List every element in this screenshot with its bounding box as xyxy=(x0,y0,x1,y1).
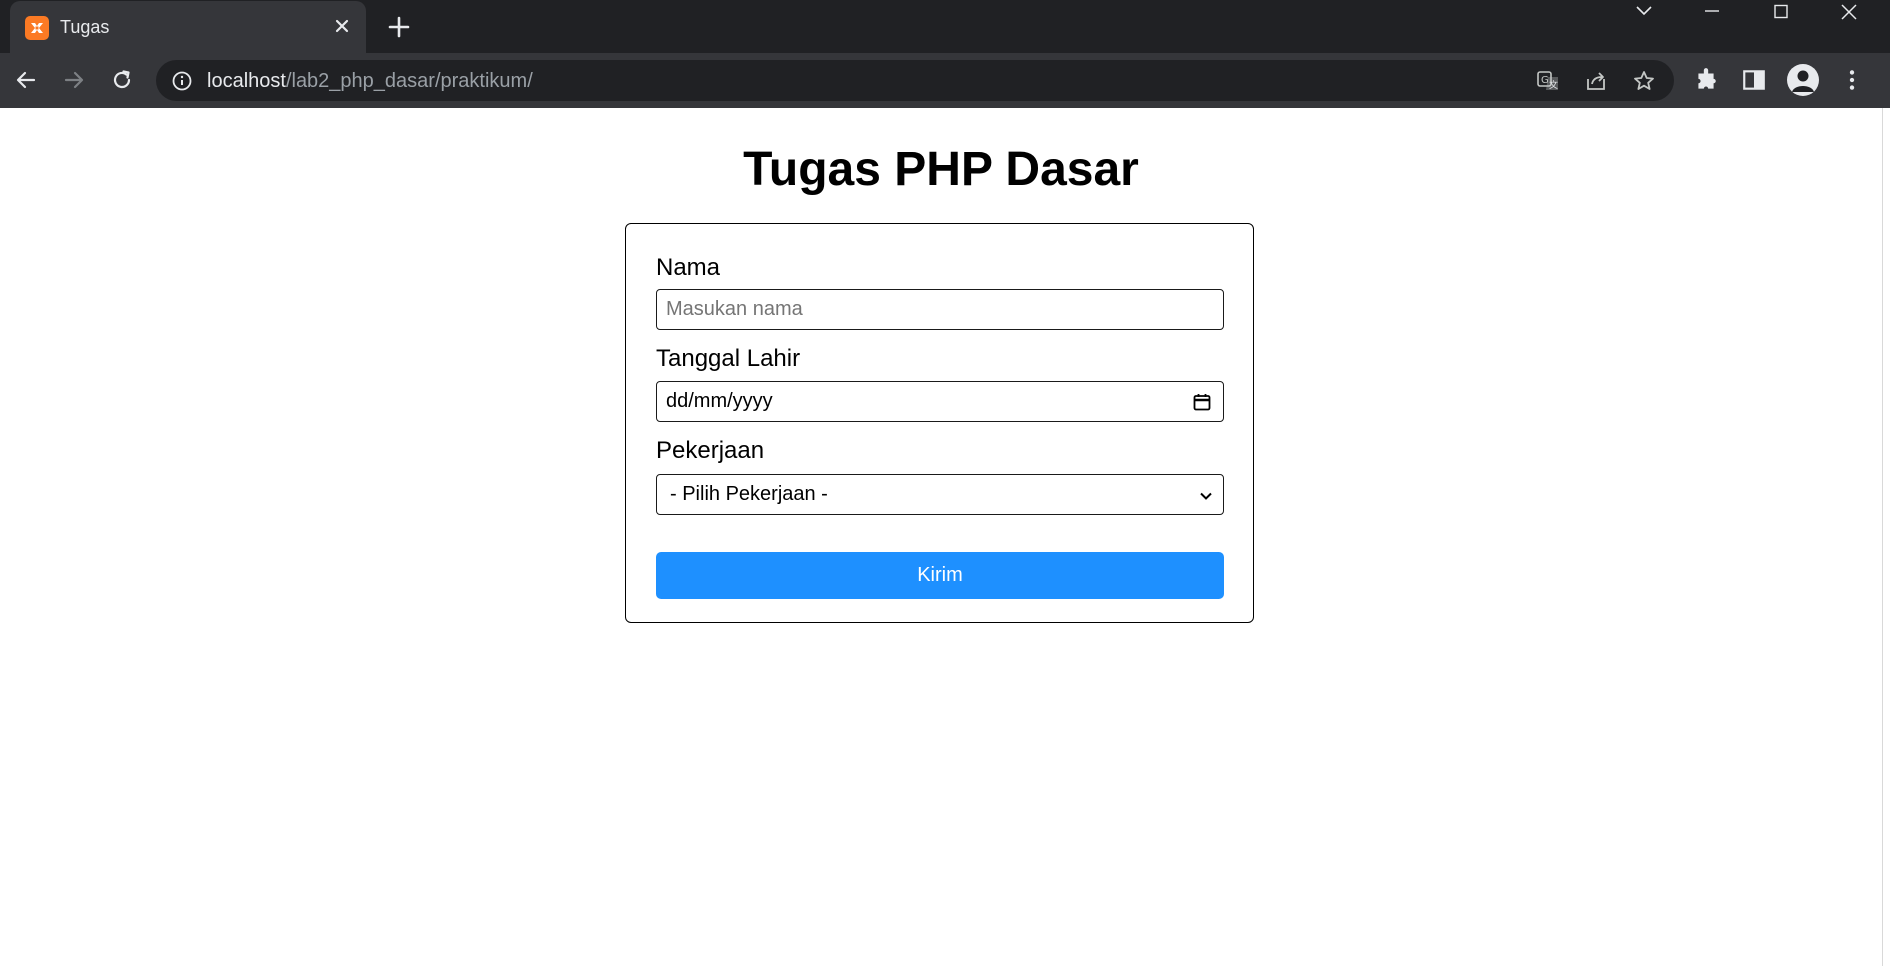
pekerjaan-select[interactable]: - Pilih Pekerjaan - xyxy=(656,474,1224,515)
pekerjaan-selected: - Pilih Pekerjaan - xyxy=(670,483,828,505)
tab-active[interactable]: Tugas xyxy=(10,1,366,53)
maximize-icon[interactable] xyxy=(1750,0,1810,24)
more-icon[interactable] xyxy=(1839,67,1865,93)
kirim-button[interactable]: Kirim xyxy=(656,552,1224,599)
url-text: localhost/lab2_php_dasar/praktikum/ xyxy=(207,70,533,93)
reload-icon[interactable] xyxy=(107,65,137,95)
nama-input[interactable]: Masukan nama xyxy=(656,289,1224,330)
tanggal-lahir-value: dd/mm/yyyy xyxy=(666,390,773,412)
chevron-down-icon xyxy=(1197,487,1215,505)
side-panel-icon[interactable] xyxy=(1741,67,1767,93)
tanggal-lahir-input[interactable]: dd/mm/yyyy xyxy=(656,381,1224,422)
share-icon[interactable] xyxy=(1584,69,1608,93)
plus-icon[interactable] xyxy=(385,13,413,41)
nama-label: Nama xyxy=(656,254,721,281)
pekerjaan-label: Pekerjaan xyxy=(656,437,765,464)
translate-icon[interactable]: G文 xyxy=(1536,69,1560,93)
biodata-form: Nama Masukan nama Tanggal Lahir dd/mm/yy… xyxy=(625,223,1254,623)
xampp-favicon-icon xyxy=(25,16,49,40)
url-path: /lab2_php_dasar/praktikum/ xyxy=(285,70,533,92)
tab-title: Tugas xyxy=(60,17,110,37)
calendar-icon[interactable] xyxy=(1192,392,1212,412)
page-right-edge xyxy=(1882,108,1890,966)
back-icon[interactable] xyxy=(11,65,41,95)
profile-icon[interactable] xyxy=(1787,64,1819,96)
nama-placeholder: Masukan nama xyxy=(666,298,803,320)
url-host: localhost xyxy=(207,70,286,92)
extensions-icon[interactable] xyxy=(1693,67,1719,93)
page-title: Tugas PHP Dasar xyxy=(743,143,1139,196)
tab-strip: Tugas xyxy=(0,0,1890,53)
svg-text:文: 文 xyxy=(1549,79,1558,91)
minimize-icon[interactable] xyxy=(1681,0,1741,24)
close-icon[interactable] xyxy=(330,14,354,38)
forward-icon[interactable] xyxy=(59,65,89,95)
address-bar[interactable]: localhost/lab2_php_dasar/praktikum/ G文 xyxy=(156,60,1674,101)
star-icon[interactable] xyxy=(1632,69,1656,93)
browser-toolbar: localhost/lab2_php_dasar/praktikum/ G文 xyxy=(0,53,1890,108)
close-window-icon[interactable] xyxy=(1818,0,1878,24)
tanggal-lahir-label: Tanggal Lahir xyxy=(656,345,801,372)
page-viewport: Tugas PHP Dasar Nama Masukan nama Tangga… xyxy=(0,108,1882,966)
info-icon[interactable] xyxy=(171,70,193,92)
chevron-down-icon[interactable] xyxy=(1613,0,1673,24)
